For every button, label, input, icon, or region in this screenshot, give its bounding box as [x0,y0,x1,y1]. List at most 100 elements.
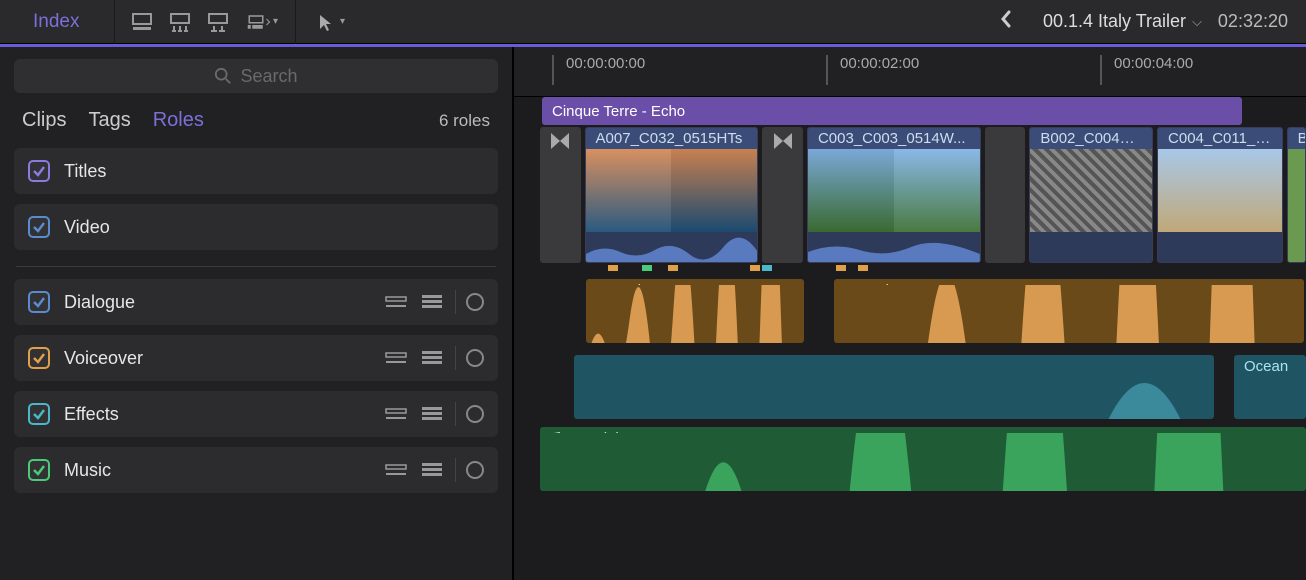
effects-lane: Ocean waves Ocean [514,355,1306,419]
clip-waveform [586,285,804,343]
transition-icon[interactable] [985,127,1026,263]
video-lane: A007_C032_0515HTs C003_C003_0514W... B00… [514,127,1306,265]
voiceover-lane: Narration_09-08-16 Narration_09-08-16 [514,279,1306,343]
clip-waveform [574,361,1214,419]
timecode-display: 02:32:20 [1218,11,1298,32]
video-thumbnail [1288,149,1305,262]
audio-clip-effects[interactable]: Ocean waves [574,355,1214,419]
audio-clip-effects[interactable]: Ocean [1234,355,1306,419]
video-clip-label: A007_C032_0515HTs [586,128,758,149]
append-tool-icon[interactable] [201,0,235,44]
expand-lane-icon[interactable] [419,404,445,424]
role-controls [383,346,484,370]
clip-waveform [834,285,1304,343]
clip-waveform [1030,232,1152,262]
title-clip-label: Cinque Terre - Echo [552,103,685,120]
expand-lane-icon[interactable] [419,348,445,368]
role-label: Effects [64,404,369,425]
audio-clip-voiceover[interactable]: Narration_09-08-16 [586,279,804,343]
expand-lane-icon[interactable] [419,460,445,480]
back-button[interactable] [985,9,1027,35]
project-title-dropdown[interactable]: 00.1.4 Italy Trailer ⌵ [1043,11,1202,32]
insert-tool-icon[interactable] [163,0,197,44]
index-button[interactable]: Index [8,11,104,33]
divider [114,0,115,44]
audio-clip-label: Ocean [1234,355,1306,378]
video-thumbnail [1030,149,1152,232]
collapse-lane-icon[interactable] [383,404,409,424]
divider [295,0,296,44]
ruler-tick: 00:00:04:00 [1114,55,1193,72]
video-clip-label: C004_C011_05... [1158,128,1282,149]
tab-clips[interactable]: Clips [22,109,66,132]
position-tool-icon[interactable] [125,0,159,44]
title-clip[interactable]: Cinque Terre - Echo [542,97,1242,125]
timeline[interactable]: 00:00:00:00 00:00:02:00 00:00:04:00 Cinq… [514,47,1306,580]
divider [455,346,456,370]
tab-roles[interactable]: Roles [153,109,204,132]
clip-waveform [1234,378,1306,419]
top-toolbar: Index ▾ ▾ 00.1.4 Italy Trailer ⌵ 02:32:2… [0,0,1306,44]
checkbox-music[interactable] [28,459,50,481]
video-thumbnail [1158,149,1282,232]
index-tabs: Clips Tags Roles 6 roles [0,99,512,148]
focus-role-icon[interactable] [466,293,484,311]
focus-role-icon[interactable] [466,405,484,423]
role-label: Dialogue [64,292,369,313]
collapse-lane-icon[interactable] [383,348,409,368]
role-row-titles[interactable]: Titles [14,148,498,194]
overwrite-tool-icon[interactable]: ▾ [239,0,285,44]
video-clip[interactable]: A007_C032_0515HTs [585,127,759,263]
clip-waveform [586,232,758,262]
transition-icon[interactable] [540,127,581,263]
role-label: Titles [64,161,484,182]
clip-markers [540,265,1306,271]
roles-count: 6 roles [439,111,490,131]
role-label: Video [64,217,484,238]
chevron-down-icon: ▾ [273,16,278,27]
role-row-effects[interactable]: Effects [14,391,498,437]
checkbox-video[interactable] [28,216,50,238]
roles-list: Titles Video Dialogue Voiceover [0,148,512,493]
role-row-dialogue[interactable]: Dialogue [14,279,498,325]
audio-clip-voiceover[interactable]: Narration_09-08-16 [834,279,1304,343]
focus-role-icon[interactable] [466,349,484,367]
tab-tags[interactable]: Tags [88,109,130,132]
collapse-lane-icon[interactable] [383,460,409,480]
search-placeholder: Search [240,66,297,87]
timeline-ruler[interactable]: 00:00:00:00 00:00:02:00 00:00:04:00 [514,47,1306,97]
checkbox-effects[interactable] [28,403,50,425]
divider [455,290,456,314]
video-clip-label: B002_C004_0... [1030,128,1152,149]
timeline-tracks[interactable]: Cinque Terre - Echo A007_C032_0515HTs C0… [514,97,1306,580]
video-thumbnail [808,149,980,232]
role-row-video[interactable]: Video [14,204,498,250]
video-clip[interactable]: C004_C011_05... [1157,127,1283,263]
music-lane: Travel theme v.2 [514,427,1306,491]
transition-icon[interactable] [762,127,803,263]
role-row-voiceover[interactable]: Voiceover [14,335,498,381]
expand-lane-icon[interactable] [419,292,445,312]
project-title: 00.1.4 Italy Trailer [1043,11,1186,32]
checkbox-voiceover[interactable] [28,347,50,369]
video-clip[interactable]: B002_C004_0... [1029,127,1153,263]
collapse-lane-icon[interactable] [383,292,409,312]
checkbox-dialogue[interactable] [28,291,50,313]
divider [16,266,496,267]
checkbox-titles[interactable] [28,160,50,182]
audio-clip-music[interactable]: Travel theme v.2 [540,427,1306,491]
video-clip[interactable]: B [1287,127,1306,263]
role-controls [383,402,484,426]
video-clip-label: C003_C003_0514W... [808,128,980,149]
role-row-music[interactable]: Music [14,447,498,493]
search-input[interactable]: Search [14,59,498,93]
clip-waveform [808,232,980,262]
focus-role-icon[interactable] [466,461,484,479]
chevron-down-icon: ▾ [340,16,345,27]
video-clip[interactable]: C003_C003_0514W... [807,127,981,263]
video-thumbnail [586,149,758,232]
divider [455,402,456,426]
ruler-tick: 00:00:02:00 [840,55,919,72]
divider [455,458,456,482]
select-tool-icon[interactable]: ▾ [306,0,352,44]
